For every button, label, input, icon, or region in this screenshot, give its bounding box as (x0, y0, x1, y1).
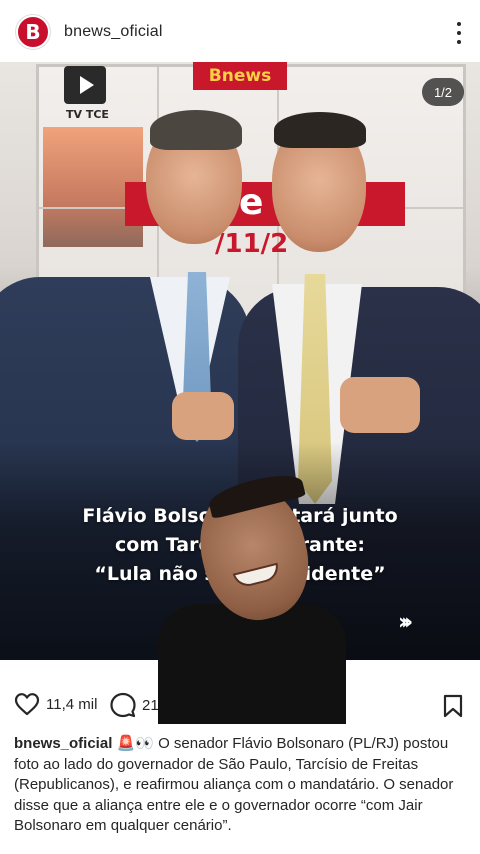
bookmark-icon (443, 694, 463, 718)
play-icon (64, 66, 106, 104)
post-caption: bnews_oficial 🚨👀 O senador Flávio Bolson… (14, 734, 470, 837)
like-button[interactable]: 11,4 mil (14, 692, 97, 716)
like-count: 11,4 mil (46, 695, 98, 713)
avatar[interactable]: B (16, 15, 50, 49)
caption-emojis: 🚨👀 (116, 735, 154, 752)
next-chevrons-icon[interactable]: ››› (398, 610, 413, 635)
tv-tce-logo: TV TCE (44, 66, 144, 126)
username[interactable]: bnews_oficial (64, 23, 163, 41)
comment-icon (110, 692, 136, 718)
heart-icon (14, 693, 40, 716)
bnews-badge-text: Bnews (208, 66, 272, 86)
caption-username[interactable]: bnews_oficial (14, 735, 112, 752)
pointing-hand-left (172, 392, 234, 440)
bnews-badge: Bnews (193, 62, 287, 90)
comment-button[interactable]: 21 (110, 692, 159, 718)
save-button[interactable] (442, 694, 464, 723)
reaction-overlay-person (158, 468, 346, 724)
carousel-counter: 1/2 (422, 78, 464, 106)
post-header: B bnews_oficial (0, 0, 480, 64)
comment-count: 21 (142, 696, 159, 714)
avatar-letter: B (25, 20, 41, 44)
screen-date-text: /11/2 (215, 229, 289, 259)
tv-tce-label: TV TCE (66, 108, 109, 121)
pointing-hand-right (340, 377, 420, 433)
more-options-icon[interactable] (456, 22, 462, 44)
